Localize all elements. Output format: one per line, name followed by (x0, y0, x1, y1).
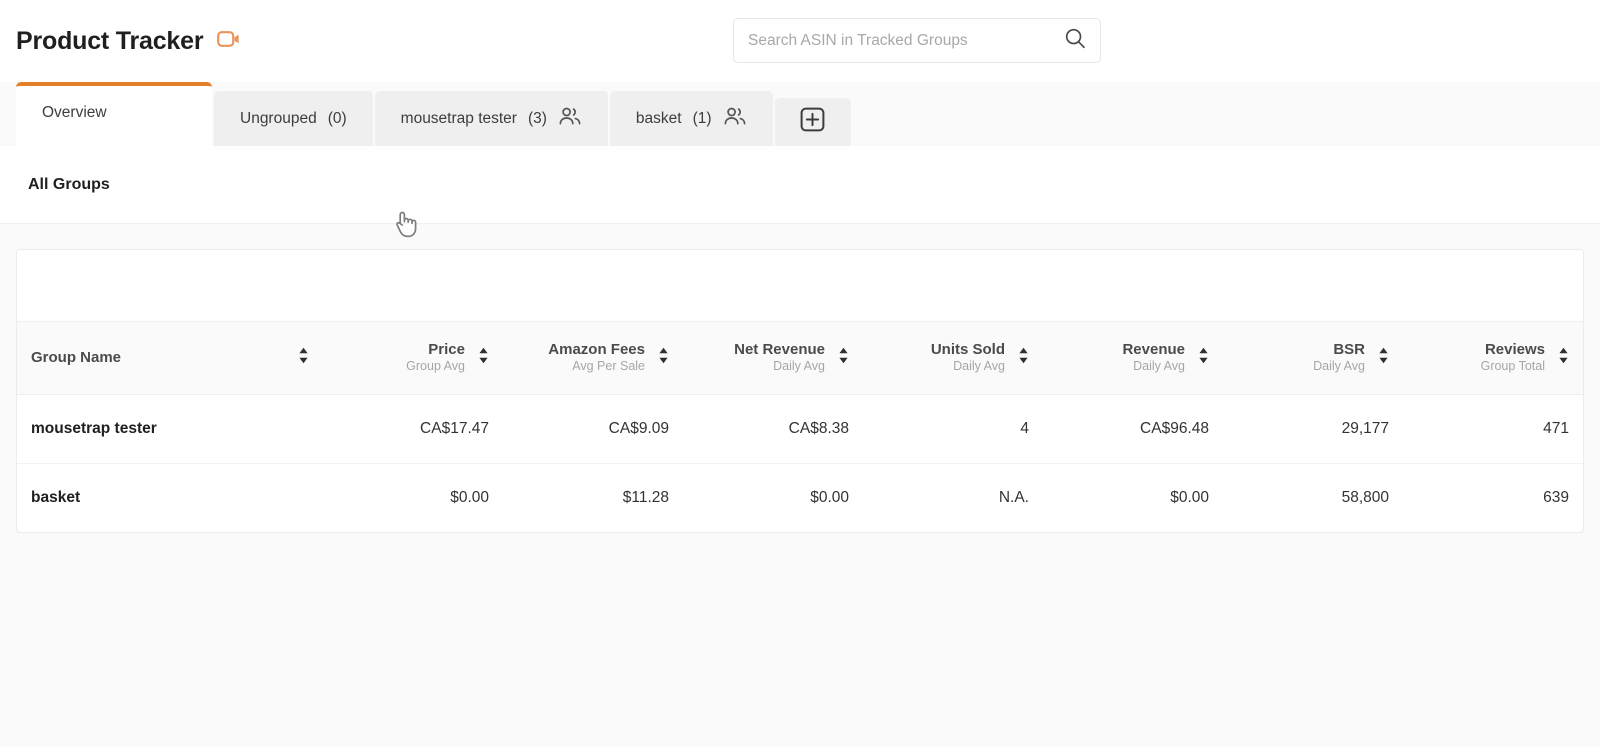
column-title: Net Revenue (734, 340, 825, 358)
page-title: Product Tracker (16, 26, 204, 55)
title-block: Product Tracker (16, 27, 241, 56)
cell-units-sold: N.A. (998, 488, 1029, 506)
sort-icon[interactable] (658, 347, 669, 369)
tab-basket[interactable]: basket (1) (609, 91, 773, 146)
search-container[interactable] (733, 18, 1101, 63)
cell-price: CA$17.47 (323, 394, 503, 464)
video-camera-icon[interactable] (217, 30, 241, 53)
tab-label: Overview (42, 104, 107, 121)
column-subtitle: Daily Avg (1313, 359, 1365, 374)
tab-label: Ungrouped (240, 109, 317, 127)
tab-ungrouped[interactable]: Ungrouped (0) (214, 91, 373, 146)
tab-count: (0) (327, 109, 347, 127)
groups-table: Group Name Price Group Avg Amazon Fees A… (17, 322, 1583, 532)
column-subtitle: Daily Avg (1133, 359, 1185, 374)
tab-mousetrap-tester[interactable]: mousetrap tester (3) (374, 91, 608, 146)
column-title: BSR (1333, 340, 1365, 358)
cell-bsr: 58,800 (1341, 488, 1389, 506)
column-header-bsr[interactable]: BSR Daily Avg (1223, 322, 1403, 395)
table-row[interactable]: mousetrap tester CA$17.47 CA$9.09 CA$8.3… (17, 394, 1583, 464)
column-header-price[interactable]: Price Group Avg (323, 322, 503, 395)
column-subtitle: Group Total (1480, 359, 1545, 374)
cell-price: $0.00 (450, 488, 489, 506)
column-header-units-sold[interactable]: Units Sold Daily Avg (863, 322, 1043, 395)
search-icon[interactable] (1064, 27, 1086, 54)
column-header-net-revenue[interactable]: Net Revenue Daily Avg (683, 322, 863, 395)
cell-bsr: 29,177 (1223, 394, 1403, 464)
column-subtitle: Daily Avg (773, 359, 825, 374)
column-title: Units Sold (930, 340, 1005, 358)
table-header-row: Group Name Price Group Avg Amazon Fees A… (17, 322, 1583, 395)
cell-reviews: 471 (1403, 394, 1583, 464)
tab-count: (1) (692, 109, 712, 127)
cell-group-name[interactable]: basket (17, 463, 323, 532)
cell-units-sold: 4 (863, 394, 1043, 464)
column-subtitle: Avg Per Sale (572, 359, 645, 374)
table-row[interactable]: basket $0.00 $11.28 $0.00 N.A. $0.00 58,… (17, 463, 1583, 532)
cell-net-revenue: CA$8.38 (683, 394, 863, 464)
tabs-region: Overview Ungrouped (0) mousetrap tester … (0, 82, 1600, 238)
column-header-amazon-fees[interactable]: Amazon Fees Avg Per Sale (503, 322, 683, 395)
sort-icon[interactable] (1018, 347, 1029, 369)
column-header-group-name[interactable]: Group Name (17, 322, 323, 395)
column-title: Price (428, 340, 465, 358)
app-header: Product Tracker (0, 0, 1600, 82)
tab-bar: Overview Ungrouped (0) mousetrap tester … (16, 82, 1600, 146)
cell-amazon-fees: $11.28 (622, 488, 669, 506)
table-toolbar (17, 250, 1583, 322)
sort-icon[interactable] (478, 347, 489, 369)
column-title: Reviews (1484, 340, 1545, 358)
column-subtitle: Group Avg (406, 359, 465, 374)
users-icon (558, 106, 582, 131)
column-title: Revenue (1122, 340, 1185, 358)
sort-icon[interactable] (838, 347, 849, 369)
all-groups-label: All Groups (28, 175, 110, 193)
sort-icon[interactable] (1378, 347, 1389, 369)
tab-label: mousetrap tester (400, 109, 517, 127)
all-groups-band: All Groups (0, 146, 1600, 224)
sort-icon[interactable] (298, 347, 309, 369)
add-group-tab-button[interactable] (774, 98, 851, 146)
column-title: Amazon Fees (548, 340, 645, 358)
cell-revenue: $0.00 (1170, 488, 1209, 506)
users-icon (723, 106, 747, 131)
cell-revenue: CA$96.48 (1043, 394, 1223, 464)
groups-table-card: Group Name Price Group Avg Amazon Fees A… (16, 249, 1584, 533)
search-input[interactable] (748, 31, 1064, 50)
search-box[interactable] (733, 18, 1101, 63)
cell-amazon-fees: CA$9.09 (503, 394, 683, 464)
tab-overview[interactable]: Overview (16, 82, 212, 146)
sort-icon[interactable] (1558, 347, 1569, 369)
cell-group-name[interactable]: mousetrap tester (17, 394, 323, 464)
tab-count: (3) (527, 109, 547, 127)
column-subtitle: Daily Avg (953, 359, 1005, 374)
cell-net-revenue: $0.00 (810, 488, 849, 506)
column-header-reviews[interactable]: Reviews Group Total (1403, 322, 1583, 395)
sort-icon[interactable] (1198, 347, 1209, 369)
tab-label: basket (635, 109, 682, 127)
column-title: Group Name (31, 348, 122, 366)
column-header-revenue[interactable]: Revenue Daily Avg (1043, 322, 1223, 395)
cell-reviews: 639 (1543, 488, 1569, 506)
plus-square-icon (800, 107, 825, 137)
